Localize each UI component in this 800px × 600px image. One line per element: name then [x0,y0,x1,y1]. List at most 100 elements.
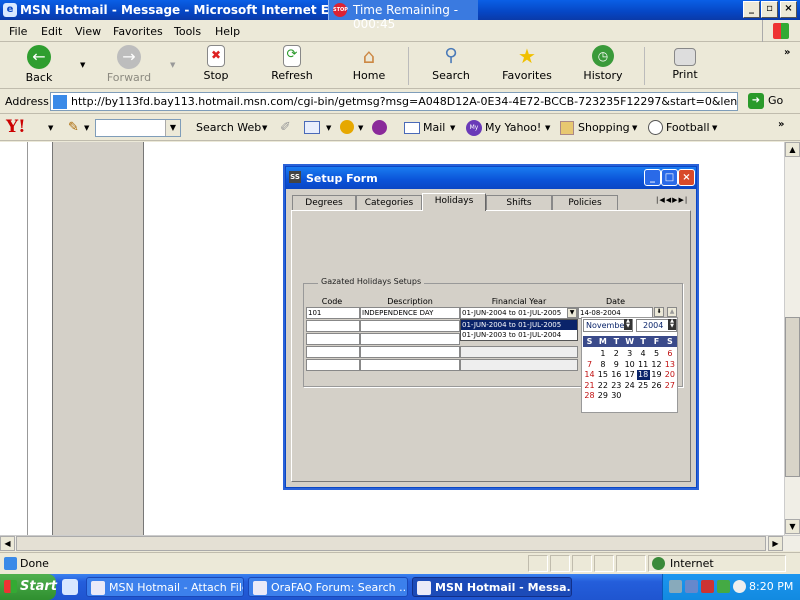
taskbar-item-attach-file[interactable]: MSN Hotmail - Attach File... [86,577,244,597]
form-close-button[interactable]: × [678,169,695,186]
football-dropdown-icon[interactable]: ▼ [712,124,717,132]
calendar-day[interactable]: 4 [637,349,650,359]
code-cell[interactable] [306,333,360,345]
mail-button[interactable]: Mail [423,121,445,134]
financial-year-select[interactable] [460,346,578,358]
calendar-day[interactable]: 1 [596,349,609,359]
grid-scroll-up-icon[interactable]: ▲ [667,307,677,317]
tab-categories[interactable]: Categories [356,195,422,210]
scroll-right-icon[interactable]: ▶ [768,536,783,551]
layout-icon[interactable] [304,121,320,134]
menu-favorites[interactable]: Favorites [113,25,163,38]
financial-year-select[interactable] [460,359,578,371]
taskbar-item-orafaq[interactable]: OraFAQ Forum: Search ... [248,577,408,597]
globe-icon[interactable] [340,120,354,134]
calendar-day[interactable]: 11 [637,360,650,370]
code-cell[interactable] [306,346,360,358]
calendar-day[interactable]: 26 [650,381,663,391]
shopping-button[interactable]: Shopping [578,121,630,134]
financial-year-dropdown-icon[interactable]: ▼ [567,308,577,318]
description-cell[interactable] [360,359,460,371]
football-button[interactable]: Football [666,121,710,134]
highlight-icon[interactable]: ✐ [280,120,291,135]
calendar-day[interactable]: 6 [663,349,676,359]
calendar-day[interactable]: 9 [610,360,623,370]
month-spinner-icon[interactable]: ▲ ▼ [624,319,632,330]
search-web-dropdown-icon[interactable]: ▼ [262,124,267,132]
globe-dropdown-icon[interactable]: ▼ [358,124,363,132]
yahoo-menu-dropdown-icon[interactable]: ▼ [48,124,53,132]
financial-year-select[interactable]: 01-JUN-2004 to 01-JUL-2005 [460,307,578,319]
calendar-day[interactable]: 12 [650,360,663,370]
description-cell[interactable] [360,320,460,332]
description-cell[interactable] [360,333,460,345]
quick-launch-ie-icon[interactable] [62,579,78,595]
favorites-button[interactable]: ★ Favorites [498,45,556,82]
calendar-day-selected[interactable]: 18 [636,370,650,381]
minimize-button[interactable]: _ [743,1,760,18]
code-cell[interactable]: 101 [306,307,360,319]
calendar-day[interactable]: 14 [583,370,596,380]
tray-messenger-icon[interactable] [717,580,730,593]
horizontal-scrollbar[interactable]: ◀ ▶ [0,535,800,551]
menu-tools[interactable]: Tools [174,25,201,38]
calendar-day[interactable]: 21 [583,381,596,391]
fy-option-selected[interactable]: 01-JUN-2004 to 01-JUL-2005 [461,320,577,330]
yahoo-logo[interactable]: Y! [6,117,26,137]
search-button[interactable]: ⚲ Search [426,45,476,82]
tab-shifts[interactable]: Shifts [486,195,552,210]
description-cell[interactable]: INDEPENDENCE DAY [360,307,460,319]
yahoo-search-dropdown-icon[interactable]: ▼ [165,120,180,136]
tab-policies[interactable]: Policies [552,195,618,210]
calendar-day[interactable]: 3 [623,349,636,359]
home-button[interactable]: ⌂ Home [346,45,392,82]
toolbar-overflow-icon[interactable]: » [784,47,790,58]
scroll-left-icon[interactable]: ◀ [0,536,15,551]
back-button[interactable]: ← Back [14,45,64,84]
calendar-day[interactable]: 24 [623,381,636,391]
my-yahoo-dropdown-icon[interactable]: ▼ [545,124,550,132]
pencil-dropdown-icon[interactable]: ▼ [84,124,89,132]
forward-button[interactable]: → Forward [104,45,154,84]
calendar-day[interactable]: 25 [637,381,650,391]
calendar-day[interactable]: 23 [610,381,623,391]
history-button[interactable]: ◷ History [578,45,628,82]
menu-edit[interactable]: Edit [41,25,62,38]
mail-dropdown-icon[interactable]: ▼ [450,124,455,132]
go-button[interactable]: ➜ Go [748,93,783,109]
calendar-day[interactable]: 19 [650,370,663,380]
tab-holidays[interactable]: Holidays [422,193,486,211]
calendar-day[interactable]: 27 [663,381,676,391]
tray-monitor-icon[interactable] [685,580,698,593]
calendar-day[interactable]: 22 [596,381,609,391]
form-minimize-button[interactable]: _ [644,169,661,186]
search-web-button[interactable]: Search Web [196,121,261,134]
calendar-day[interactable]: 5 [650,349,663,359]
calendar-day[interactable]: 30 [610,391,623,401]
my-yahoo-button[interactable]: My Yahoo! [485,121,541,134]
tray-volume-icon[interactable] [733,580,746,593]
calendar-day[interactable]: 10 [623,360,636,370]
calendar-day[interactable]: 8 [596,360,609,370]
layout-dropdown-icon[interactable]: ▼ [326,124,331,132]
yahoo-overflow-icon[interactable]: » [778,119,784,130]
close-button[interactable]: × [780,1,797,18]
menu-view[interactable]: View [75,25,101,38]
calendar-day[interactable]: 16 [610,370,623,380]
scroll-up-icon[interactable]: ▲ [785,142,800,157]
code-cell[interactable] [306,359,360,371]
financial-year-dropdown-list[interactable]: 01-JUN-2004 to 01-JUL-2005 01-JUN-2003 t… [460,319,578,341]
calendar-day[interactable]: 15 [596,370,609,380]
tray-network-icon[interactable] [669,580,682,593]
taskbar-item-msn-message[interactable]: MSN Hotmail - Messa... [412,577,572,597]
calendar-day[interactable]: 2 [610,349,623,359]
horizontal-scroll-thumb[interactable] [16,536,766,551]
shopping-dropdown-icon[interactable]: ▼ [632,124,637,132]
vertical-scrollbar[interactable]: ▲ ▼ [784,142,800,535]
forward-dropdown-icon[interactable]: ▼ [170,61,175,69]
calendar-day[interactable]: 29 [596,391,609,401]
scroll-down-icon[interactable]: ▼ [785,519,800,534]
fy-option[interactable]: 01-JUN-2003 to 01-JUL-2004 [461,330,577,340]
yahoo-search-input[interactable]: ▼ [95,119,181,137]
stop-button[interactable]: ✖ Stop [194,45,238,82]
